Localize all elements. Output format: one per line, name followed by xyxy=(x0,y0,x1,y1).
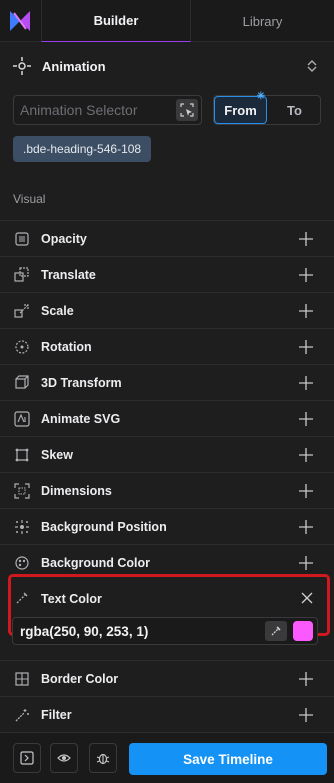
property-row-3d-transform[interactable]: 3D Transform xyxy=(0,364,334,400)
animation-selector xyxy=(13,95,202,125)
animate-svg-icon xyxy=(14,411,30,427)
plus-icon[interactable] xyxy=(298,411,314,427)
section-title: Animation xyxy=(42,59,106,74)
property-label: Rotation xyxy=(41,340,92,354)
top-bar: Builder Library xyxy=(0,0,334,42)
scale-icon xyxy=(14,304,29,318)
property-row-rotation[interactable]: Rotation xyxy=(0,328,334,364)
property-row-scale[interactable]: Scale xyxy=(0,292,334,328)
property-label: Background Color xyxy=(41,556,151,570)
animation-section-header[interactable]: Animation xyxy=(0,42,334,90)
property-label: Filter xyxy=(41,708,72,722)
text-color-label: Text Color xyxy=(41,592,102,606)
property-row-border-color[interactable]: Border Color xyxy=(0,660,334,696)
plus-icon[interactable] xyxy=(298,303,314,319)
toggle-to-button[interactable]: To xyxy=(269,96,320,124)
eyedropper-icon xyxy=(271,626,281,636)
plus-icon[interactable] xyxy=(298,339,314,355)
property-label: Background Position xyxy=(41,520,167,534)
tab-builder[interactable]: Builder xyxy=(41,0,191,42)
tab-library[interactable]: Library xyxy=(191,0,334,42)
plus-icon[interactable] xyxy=(298,483,314,499)
plus-icon[interactable] xyxy=(298,519,314,535)
exit-icon xyxy=(20,751,34,765)
toggle-from-button[interactable]: From ✳ xyxy=(214,91,267,124)
text-color-input[interactable] xyxy=(20,624,240,639)
exit-button[interactable] xyxy=(13,743,41,773)
dimensions-icon xyxy=(14,483,30,499)
bottom-bar: Save Timeline xyxy=(0,732,334,783)
property-label: Dimensions xyxy=(41,484,112,498)
property-row-background-position[interactable]: Background Position xyxy=(0,508,334,544)
background-position-icon xyxy=(15,520,29,534)
rotation-icon xyxy=(15,340,29,354)
plus-icon[interactable] xyxy=(298,267,314,283)
eyedropper-button[interactable] xyxy=(265,621,287,641)
close-icon[interactable] xyxy=(301,592,313,604)
property-label: 3D Transform xyxy=(41,376,122,390)
eye-icon xyxy=(57,754,71,762)
plus-icon[interactable] xyxy=(298,231,314,247)
from-to-toggle: From ✳ To xyxy=(213,91,321,125)
opacity-icon xyxy=(15,232,29,246)
property-row-translate[interactable]: Translate xyxy=(0,256,334,292)
selector-chip[interactable]: .bde-heading-546-108 xyxy=(13,136,152,162)
bug-icon xyxy=(96,753,110,765)
plus-icon[interactable] xyxy=(298,447,314,463)
property-row-animate-svg[interactable]: Animate SVG xyxy=(0,400,334,436)
collapse-icon[interactable] xyxy=(304,58,320,74)
3d-transform-icon xyxy=(15,375,29,389)
background-color-icon xyxy=(15,556,29,570)
preview-button[interactable] xyxy=(50,743,78,773)
property-label: Opacity xyxy=(41,232,87,246)
property-label: Border Color xyxy=(41,672,119,686)
border-color-icon xyxy=(15,672,29,686)
filter-icon xyxy=(15,709,29,722)
skew-icon xyxy=(15,448,29,462)
debug-button[interactable] xyxy=(89,743,117,773)
property-row-opacity[interactable]: Opacity xyxy=(0,220,334,256)
plus-icon[interactable] xyxy=(298,555,314,571)
animation-selector-input[interactable] xyxy=(20,102,170,118)
color-swatch[interactable] xyxy=(293,621,313,641)
plus-icon[interactable] xyxy=(298,707,314,723)
plus-icon[interactable] xyxy=(298,375,314,391)
sparkle-icon: ✳ xyxy=(256,91,265,102)
property-row-dimensions[interactable]: Dimensions xyxy=(0,472,334,508)
element-picker-icon xyxy=(180,103,194,117)
translate-icon xyxy=(14,267,29,282)
property-label: Animate SVG xyxy=(41,412,121,426)
toggle-from-label: From xyxy=(224,102,257,118)
property-label: Skew xyxy=(41,448,73,462)
property-row-skew[interactable]: Skew xyxy=(0,436,334,472)
app-logo-icon[interactable] xyxy=(8,9,32,33)
text-color-icon xyxy=(16,592,28,604)
element-picker-button[interactable] xyxy=(176,99,198,121)
property-row-filter[interactable]: Filter xyxy=(0,696,334,732)
plus-icon[interactable] xyxy=(298,671,314,687)
save-timeline-button[interactable]: Save Timeline xyxy=(129,743,327,775)
property-label: Scale xyxy=(41,304,74,318)
property-label: Translate xyxy=(41,268,96,282)
animation-icon xyxy=(13,57,31,75)
visual-group-label: Visual xyxy=(13,192,46,206)
text-color-field xyxy=(12,617,318,645)
